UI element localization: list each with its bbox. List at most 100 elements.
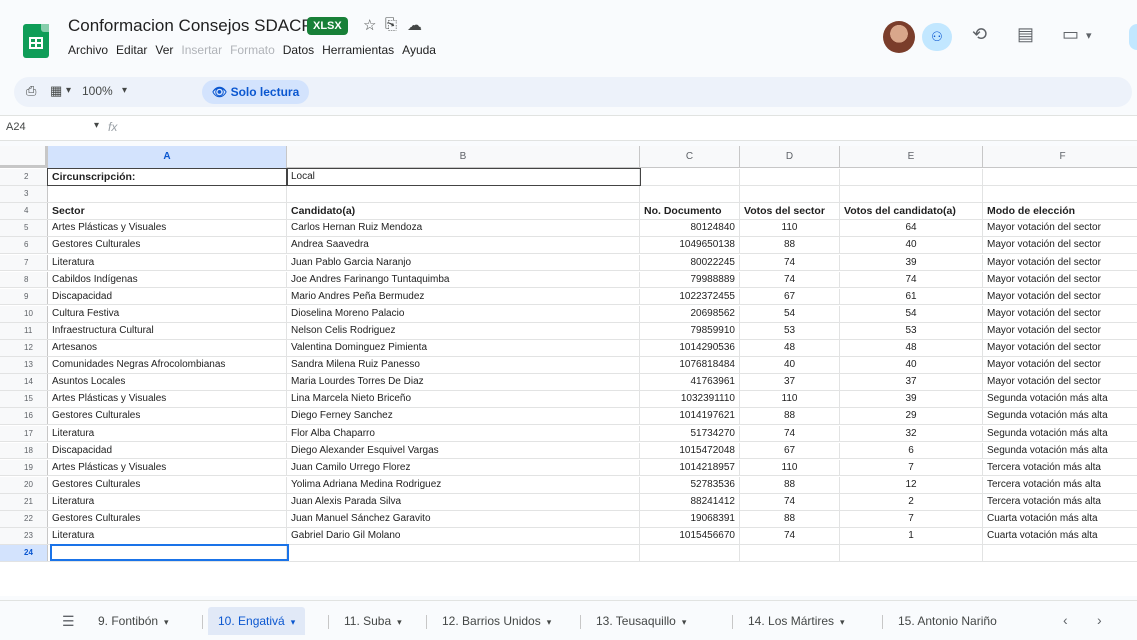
- chevron-down-icon[interactable]: ▾: [291, 617, 296, 627]
- zoom-select[interactable]: 100%: [82, 84, 113, 98]
- cell-f22[interactable]: Cuarta votación más alta: [983, 511, 1137, 527]
- cell-f20[interactable]: Tercera votación más alta: [983, 477, 1137, 493]
- cell-a13[interactable]: Comunidades Negras Afrocolombianas: [48, 357, 287, 373]
- cell-b5[interactable]: Carlos Hernan Ruiz Mendoza: [287, 220, 640, 237]
- cell-e9[interactable]: 61: [840, 288, 983, 305]
- cell-b21[interactable]: Juan Alexis Parada Silva: [287, 493, 640, 510]
- cell-f7[interactable]: Mayor votación del sector: [983, 255, 1137, 271]
- cell-a19[interactable]: Artes Plásticas y Visuales: [48, 459, 287, 476]
- cell-d2[interactable]: [740, 169, 840, 185]
- cell-a11[interactable]: Infraestructura Cultural: [48, 322, 287, 339]
- cell-a23[interactable]: Literatura: [48, 528, 287, 544]
- menu-item-archivo[interactable]: Archivo: [68, 43, 108, 57]
- cell-b7[interactable]: Juan Pablo Garcia Naranjo: [287, 254, 640, 271]
- cell-e2[interactable]: [840, 169, 983, 185]
- cell-f19[interactable]: Tercera votación más alta: [983, 460, 1137, 476]
- cell-b14[interactable]: Maria Lourdes Torres De Diaz: [287, 374, 640, 390]
- cell-b13[interactable]: Sandra Milena Ruiz Panesso: [287, 357, 640, 373]
- cell-a7[interactable]: Literatura: [48, 254, 287, 271]
- chevron-right-icon[interactable]: ›: [1097, 612, 1102, 628]
- cell-c5[interactable]: 80124840: [640, 220, 740, 237]
- row-header[interactable]: 4: [0, 203, 48, 219]
- cell-e4[interactable]: Votos del candidato(a): [840, 203, 983, 219]
- cell-c14[interactable]: 41763961: [640, 374, 740, 390]
- row-header[interactable]: 7: [0, 254, 48, 271]
- cell-e3[interactable]: [840, 186, 983, 202]
- cell-f23[interactable]: Cuarta votación más alta: [983, 528, 1137, 544]
- cell-f21[interactable]: Tercera votación más alta: [983, 494, 1137, 510]
- sheet-tab[interactable]: 10. Engativá ▾: [208, 607, 306, 635]
- cell-b15[interactable]: Lina Marcela Nieto Briceño: [287, 391, 640, 408]
- cell-e10[interactable]: 54: [840, 305, 983, 322]
- cell-e6[interactable]: 40: [840, 237, 983, 254]
- column-header-c[interactable]: C: [640, 146, 740, 168]
- cell-a17[interactable]: Literatura: [48, 425, 287, 442]
- cell-e20[interactable]: 12: [840, 476, 983, 493]
- cell-e12[interactable]: 48: [840, 340, 983, 356]
- cell-d4[interactable]: Votos del sector: [740, 203, 840, 219]
- cell-c4[interactable]: No. Documento: [640, 203, 740, 219]
- row-header[interactable]: 17: [0, 425, 48, 442]
- cell-d5[interactable]: 110: [740, 220, 840, 237]
- chevron-down-icon[interactable]: ▾: [66, 85, 71, 96]
- menu-item-datos[interactable]: Datos: [283, 43, 314, 57]
- row-header[interactable]: 13: [0, 357, 48, 373]
- cell-b17[interactable]: Flor Alba Chaparro: [287, 425, 640, 442]
- cell-a10[interactable]: Cultura Festiva: [48, 305, 287, 322]
- cell-d23[interactable]: 74: [740, 528, 840, 544]
- cell-d7[interactable]: 74: [740, 254, 840, 271]
- chevron-down-icon[interactable]: ▾: [840, 617, 845, 627]
- cell-e8[interactable]: 74: [840, 271, 983, 288]
- cell-f12[interactable]: Mayor votación del sector: [983, 340, 1137, 356]
- cell-b8[interactable]: Joe Andres Farinango Tuntaquimba: [287, 271, 640, 288]
- cell-e22[interactable]: 7: [840, 511, 983, 527]
- row-header[interactable]: 2: [0, 169, 48, 185]
- cell-c11[interactable]: 79859910: [640, 322, 740, 339]
- cell-b20[interactable]: Yolima Adriana Medina Rodriguez: [287, 476, 640, 493]
- menu-item-herramientas[interactable]: Herramientas: [322, 43, 394, 57]
- cell-c3[interactable]: [640, 186, 740, 202]
- cell-f16[interactable]: Segunda votación más alta: [983, 408, 1137, 424]
- row-header[interactable]: 16: [0, 408, 48, 425]
- cell-c18[interactable]: 1015472048: [640, 442, 740, 459]
- cell-d6[interactable]: 88: [740, 237, 840, 254]
- cell-c9[interactable]: 1022372455: [640, 288, 740, 305]
- cell-b23[interactable]: Gabriel Dario Gil Molano: [287, 528, 640, 544]
- cell-b16[interactable]: Diego Ferney Sanchez: [287, 408, 640, 425]
- cell-d16[interactable]: 88: [740, 408, 840, 425]
- chevron-down-icon[interactable]: ▾: [547, 617, 552, 627]
- cell-f2[interactable]: [983, 169, 1137, 185]
- cell-c15[interactable]: 1032391110: [640, 391, 740, 408]
- cell-c16[interactable]: 1014197621: [640, 408, 740, 425]
- comments-icon[interactable]: ▤: [1017, 24, 1034, 45]
- cell-c19[interactable]: 1014218957: [640, 459, 740, 476]
- column-header-f[interactable]: F: [983, 146, 1137, 168]
- readonly-chip[interactable]: 👁︎ Solo lectura: [202, 80, 310, 104]
- cell-b12[interactable]: Valentina Dominguez Pimienta: [287, 340, 640, 356]
- cell-a6[interactable]: Gestores Culturales: [48, 237, 287, 254]
- cell-b10[interactable]: Dioselina Moreno Palacio: [287, 305, 640, 322]
- cell-c20[interactable]: 52783536: [640, 476, 740, 493]
- cell-d9[interactable]: 67: [740, 288, 840, 305]
- cell-b11[interactable]: Nelson Celis Rodriguez: [287, 322, 640, 339]
- print-icon[interactable]: ⎙: [26, 83, 36, 99]
- move-folder-icon[interactable]: ⎘: [385, 16, 397, 33]
- cell-c2[interactable]: [640, 169, 740, 185]
- cell-c12[interactable]: 1014290536: [640, 340, 740, 356]
- cell-d3[interactable]: [740, 186, 840, 202]
- cell-e7[interactable]: 39: [840, 254, 983, 271]
- cell-e18[interactable]: 6: [840, 442, 983, 459]
- cell-a22[interactable]: Gestores Culturales: [48, 511, 287, 527]
- row-header[interactable]: 9: [0, 288, 48, 305]
- cell-c7[interactable]: 80022245: [640, 254, 740, 271]
- cell-c6[interactable]: 1049650138: [640, 237, 740, 254]
- chevron-down-icon[interactable]: ▾: [682, 617, 687, 627]
- chevron-down-icon[interactable]: ▾: [164, 617, 169, 627]
- cell-a3[interactable]: [48, 186, 287, 202]
- sheet-tab[interactable]: 15. Antonio Nariño: [888, 607, 1007, 635]
- cell-a16[interactable]: Gestores Culturales: [48, 408, 287, 425]
- select-all-corner[interactable]: [0, 146, 48, 168]
- cell-d19[interactable]: 110: [740, 459, 840, 476]
- sheet-tab[interactable]: 11. Suba ▾: [334, 607, 412, 635]
- cell-e13[interactable]: 40: [840, 357, 983, 373]
